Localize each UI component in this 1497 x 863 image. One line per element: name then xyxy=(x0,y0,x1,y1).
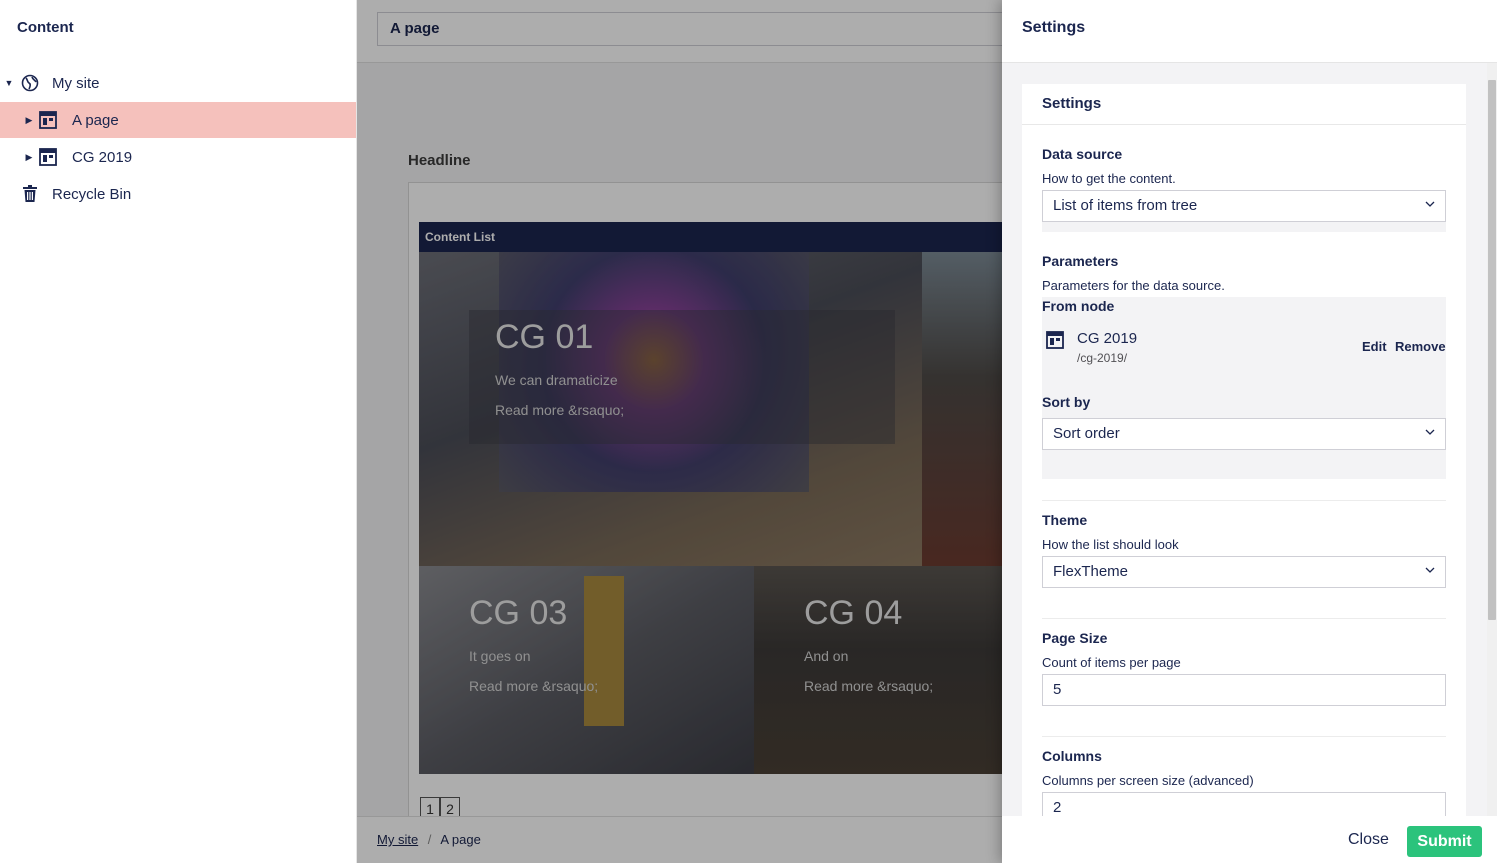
columns-property: Columns Columns per screen size (advance… xyxy=(1042,748,1446,816)
tree-item-label: Recycle Bin xyxy=(52,185,132,203)
settings-panel-title: Settings xyxy=(1002,0,1497,63)
tile-text: We can dramaticize xyxy=(495,372,618,388)
from-node-property: From node xyxy=(1042,298,1446,314)
breadcrumb-separator: / xyxy=(427,832,432,847)
caret-right-icon[interactable]: ▶ xyxy=(24,152,34,163)
tree-item-label: CG 2019 xyxy=(72,148,133,166)
page-name-input[interactable]: A page xyxy=(377,12,1002,46)
theme-value: FlexTheme xyxy=(1053,563,1129,580)
page-size-property: Page Size Count of items per page 5 xyxy=(1042,630,1446,706)
settings-box-title: Settings xyxy=(1022,84,1466,125)
tile-text: And on xyxy=(804,648,849,664)
breadcrumb-root-link[interactable]: My site xyxy=(377,832,418,847)
columns-description: Columns per screen size (advanced) xyxy=(1042,773,1254,788)
close-button[interactable]: Close xyxy=(1348,831,1389,849)
tree-header: Content xyxy=(17,19,74,36)
content-tree-panel: Content ▼ My site ▶ A page ▶ CG 2019 Rec… xyxy=(0,0,357,863)
caret-down-icon[interactable]: ▼ xyxy=(4,78,14,88)
tile-image xyxy=(584,576,624,726)
from-node-label: From node xyxy=(1042,298,1115,314)
tree-item-my-site[interactable]: ▼ My site xyxy=(0,65,356,101)
data-source-select[interactable]: List of items from tree xyxy=(1042,190,1446,222)
node-name: CG 2019 xyxy=(1077,330,1138,347)
tile-title: CG 01 xyxy=(495,318,594,356)
node-remove-button[interactable]: Remove xyxy=(1395,339,1446,354)
breadcrumb: My site / A page xyxy=(357,816,1002,863)
scrollbar-thumb[interactable] xyxy=(1488,80,1496,620)
settings-box: Settings Data source How to get the cont… xyxy=(1022,84,1466,816)
tile-read-more[interactable]: Read more &rsaquo; xyxy=(804,678,933,694)
tree-item-a-page[interactable]: ▶ A page xyxy=(0,102,356,138)
divider xyxy=(1042,618,1446,619)
sort-by-label: Sort by xyxy=(1042,394,1091,410)
content-editor: A page Headline Content List CG 01 We ca… xyxy=(357,0,1002,863)
theme-label: Theme xyxy=(1042,512,1088,528)
chevron-down-icon xyxy=(1425,567,1435,573)
submit-button[interactable]: Submit xyxy=(1407,826,1482,857)
chevron-down-icon xyxy=(1425,201,1435,207)
sort-by-select[interactable]: Sort order xyxy=(1042,418,1446,450)
tree-item-cg-2019[interactable]: ▶ CG 2019 xyxy=(0,139,356,175)
tile-read-more[interactable]: Read more &rsaquo; xyxy=(495,402,624,418)
trash-icon xyxy=(20,184,40,204)
tree-item-label: A page xyxy=(72,111,119,129)
content-tile[interactable]: CG 01 We can dramaticize Read more &rsaq… xyxy=(419,252,922,566)
theme-property: Theme How the list should look FlexTheme xyxy=(1042,512,1446,588)
theme-description: How the list should look xyxy=(1042,537,1179,552)
divider xyxy=(1042,736,1446,737)
caret-right-icon[interactable]: ▶ xyxy=(24,115,34,126)
page-size-description: Count of items per page xyxy=(1042,655,1181,670)
data-source-label: Data source xyxy=(1042,146,1123,162)
tile-text: It goes on xyxy=(469,648,531,664)
content-tile[interactable] xyxy=(922,252,1002,566)
document-grid-icon xyxy=(38,110,58,130)
divider xyxy=(1042,500,1446,501)
data-source-value: List of items from tree xyxy=(1053,197,1198,214)
columns-input[interactable]: 2 xyxy=(1042,792,1446,816)
breadcrumb-current: A page xyxy=(440,832,481,847)
parameters-description: Parameters for the data source. xyxy=(1042,278,1225,293)
tree-item-recycle-bin[interactable]: Recycle Bin xyxy=(0,176,356,212)
parameters-label: Parameters xyxy=(1042,253,1119,269)
content-tile[interactable]: CG 04 And on Read more &rsaquo; xyxy=(754,566,1002,774)
theme-select[interactable]: FlexTheme xyxy=(1042,556,1446,588)
sort-by-property: Sort by Sort order xyxy=(1042,394,1446,450)
data-source-description: How to get the content. xyxy=(1042,171,1176,186)
page-size-input[interactable]: 5 xyxy=(1042,674,1446,706)
node-edit-button[interactable]: Edit xyxy=(1362,339,1387,354)
tile-title: CG 04 xyxy=(804,594,903,632)
globe-icon xyxy=(20,73,40,93)
parameters-property: Parameters Parameters for the data sourc… xyxy=(1042,253,1446,293)
columns-label: Columns xyxy=(1042,748,1102,764)
content-list-header: Content List xyxy=(419,222,1002,252)
document-grid-icon xyxy=(38,147,58,167)
chevron-down-icon xyxy=(1425,429,1435,435)
headline-label: Headline xyxy=(408,152,471,169)
page-size-label: Page Size xyxy=(1042,630,1108,646)
document-grid-icon xyxy=(1046,331,1064,354)
data-source-property: Data source How to get the content. List… xyxy=(1042,146,1446,222)
tile-title: CG 03 xyxy=(469,594,568,632)
tree-item-label: My site xyxy=(52,74,100,92)
content-tile[interactable]: CG 03 It goes on Read more &rsaquo; xyxy=(419,566,754,774)
settings-panel: Settings Settings Data source How to get… xyxy=(1002,0,1497,863)
sort-by-value: Sort order xyxy=(1053,425,1120,442)
node-path: /cg-2019/ xyxy=(1077,351,1128,365)
tile-read-more[interactable]: Read more &rsaquo; xyxy=(469,678,598,694)
parameters-group xyxy=(1042,297,1446,479)
